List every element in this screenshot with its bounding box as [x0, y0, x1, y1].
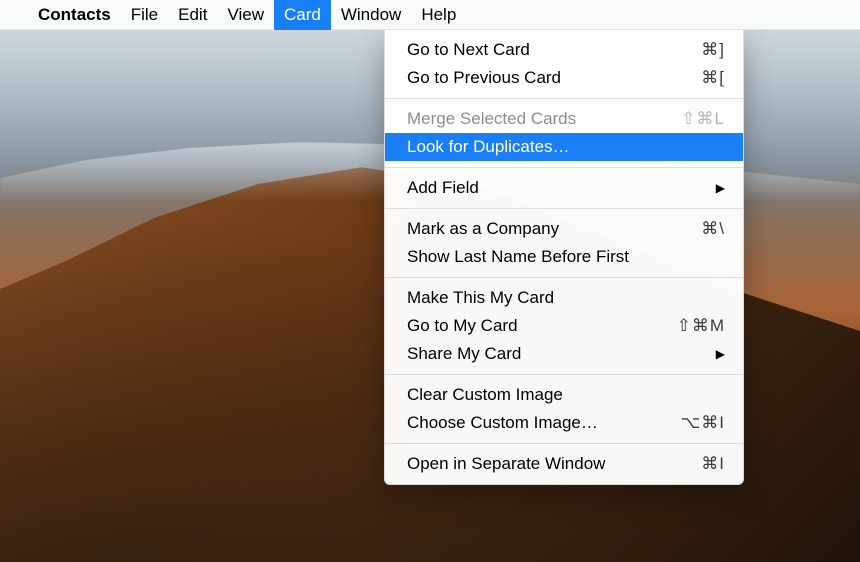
menu-item-label: Go to Previous Card — [407, 68, 657, 88]
menu-item-label: Share My Card — [407, 344, 716, 364]
menu-separator — [385, 277, 743, 278]
card-menu-dropdown: Go to Next Card ⌘] Go to Previous Card ⌘… — [384, 30, 744, 485]
menu-item-label: Look for Duplicates… — [407, 137, 725, 157]
menu-separator — [385, 98, 743, 99]
menu-item-shortcut: ⇧⌘L — [657, 109, 725, 129]
menu-item-mark-as-company[interactable]: Mark as a Company ⌘\ — [385, 215, 743, 243]
menu-item-label: Go to My Card — [407, 316, 657, 336]
menu-item-shortcut: ⇧⌘M — [657, 316, 725, 336]
menu-help[interactable]: Help — [411, 0, 466, 30]
menu-separator — [385, 443, 743, 444]
menubar: Contacts File Edit View Card Window Help — [0, 0, 860, 30]
submenu-arrow-icon: ▶ — [716, 347, 725, 361]
menu-item-label: Go to Next Card — [407, 40, 657, 60]
menu-item-add-field[interactable]: Add Field ▶ — [385, 174, 743, 202]
menu-item-label: Clear Custom Image — [407, 385, 725, 405]
menu-item-merge-selected-cards: Merge Selected Cards ⇧⌘L — [385, 105, 743, 133]
menu-edit[interactable]: Edit — [168, 0, 217, 30]
menu-item-show-last-name-before-first[interactable]: Show Last Name Before First — [385, 243, 743, 271]
menu-item-label: Open in Separate Window — [407, 454, 657, 474]
menu-item-shortcut: ⌥⌘I — [657, 413, 725, 433]
desktop-background: Contacts File Edit View Card Window Help… — [0, 0, 860, 562]
menu-item-go-to-next-card[interactable]: Go to Next Card ⌘] — [385, 36, 743, 64]
menu-item-shortcut: ⌘] — [657, 40, 725, 60]
menu-item-label: Mark as a Company — [407, 219, 657, 239]
menu-item-clear-custom-image[interactable]: Clear Custom Image — [385, 381, 743, 409]
menu-separator — [385, 208, 743, 209]
menu-item-label: Merge Selected Cards — [407, 109, 657, 129]
menu-item-go-to-previous-card[interactable]: Go to Previous Card ⌘[ — [385, 64, 743, 92]
menu-card[interactable]: Card — [274, 0, 331, 30]
menu-item-shortcut: ⌘[ — [657, 68, 725, 88]
menu-item-label: Show Last Name Before First — [407, 247, 725, 267]
menu-item-open-in-separate-window[interactable]: Open in Separate Window ⌘I — [385, 450, 743, 478]
menu-item-label: Add Field — [407, 178, 716, 198]
menu-item-label: Make This My Card — [407, 288, 725, 308]
app-menu[interactable]: Contacts — [28, 0, 121, 30]
menu-view[interactable]: View — [217, 0, 274, 30]
menu-item-label: Choose Custom Image… — [407, 413, 657, 433]
menu-item-shortcut: ⌘\ — [657, 219, 725, 239]
menu-window[interactable]: Window — [331, 0, 411, 30]
submenu-arrow-icon: ▶ — [716, 181, 725, 195]
menu-item-share-my-card[interactable]: Share My Card ▶ — [385, 340, 743, 368]
menu-item-go-to-my-card[interactable]: Go to My Card ⇧⌘M — [385, 312, 743, 340]
menu-item-choose-custom-image[interactable]: Choose Custom Image… ⌥⌘I — [385, 409, 743, 437]
menu-item-shortcut: ⌘I — [657, 454, 725, 474]
menu-item-make-this-my-card[interactable]: Make This My Card — [385, 284, 743, 312]
menu-file[interactable]: File — [121, 0, 168, 30]
menu-separator — [385, 374, 743, 375]
menu-separator — [385, 167, 743, 168]
menu-item-look-for-duplicates[interactable]: Look for Duplicates… — [385, 133, 743, 161]
